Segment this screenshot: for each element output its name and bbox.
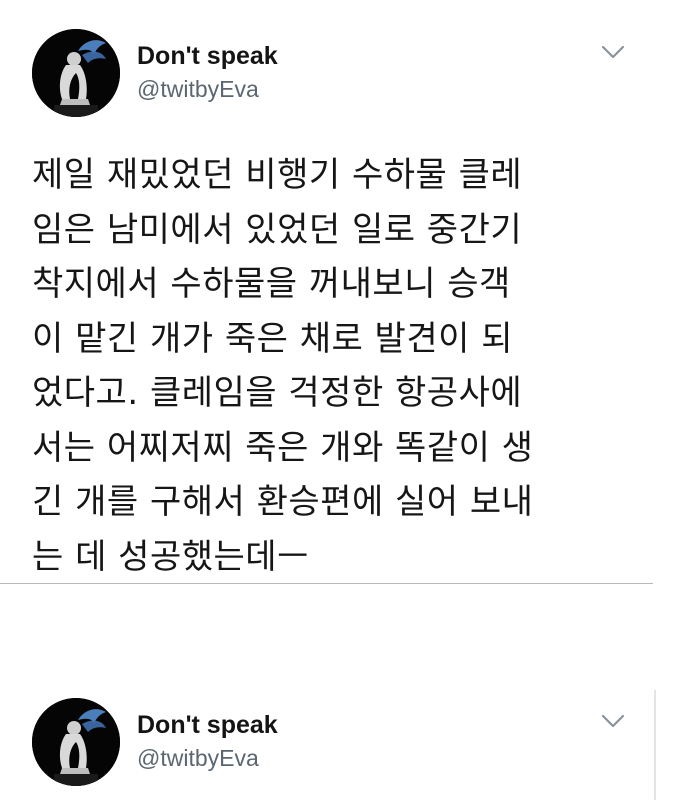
user-handle[interactable]: @twitbyEva xyxy=(137,72,278,106)
chevron-down-icon[interactable] xyxy=(600,712,626,730)
divider xyxy=(0,583,653,584)
avatar[interactable] xyxy=(32,29,120,117)
tweet-text-line: 이 맡긴 개가 죽은 채로 발견이 되 xyxy=(32,318,513,359)
avatar-image xyxy=(32,29,120,117)
user-info[interactable]: Don't speak @twitbyEva xyxy=(137,709,278,775)
tweet-text-line: 었다고. 클레임을 걱정한 항공사에 xyxy=(32,373,523,413)
display-name[interactable]: Don't speak xyxy=(137,40,278,72)
tweet-text: 제일 재밌었던 비행기 수하물 클레 임은 남미에서 있었던 일로 중간기 착지… xyxy=(32,148,652,584)
tweet-text-line: 임은 남미에서 있었던 일로 중간기 xyxy=(32,209,523,250)
user-handle[interactable]: @twitbyEva xyxy=(137,741,278,775)
tweet-text-line: 제일 재밌었던 비행기 수하물 클레 xyxy=(32,155,523,195)
chevron-down-icon[interactable] xyxy=(600,43,626,61)
tweet-text-line: 착지에서 수하물을 꺼내보니 승객 xyxy=(32,264,511,304)
tweet-card: Don't speak @twitbyEva 제일 재밌었던 비행기 수하물 클… xyxy=(0,0,674,585)
avatar[interactable] xyxy=(32,698,120,786)
scroll-edge xyxy=(654,690,656,800)
tweet-text-line: 는 데 성공했는데ㅡ xyxy=(32,536,309,577)
display-name[interactable]: Don't speak xyxy=(137,709,278,741)
avatar-image xyxy=(32,698,120,786)
tweet-card: Don't speak @twitbyEva xyxy=(0,690,674,800)
tweet-text-line: 긴 개를 구해서 환승편에 실어 보내 xyxy=(32,482,534,522)
tweet-text-line: 서는 어찌저찌 죽은 개와 똑같이 생 xyxy=(32,427,534,468)
user-info[interactable]: Don't speak @twitbyEva xyxy=(137,40,278,106)
